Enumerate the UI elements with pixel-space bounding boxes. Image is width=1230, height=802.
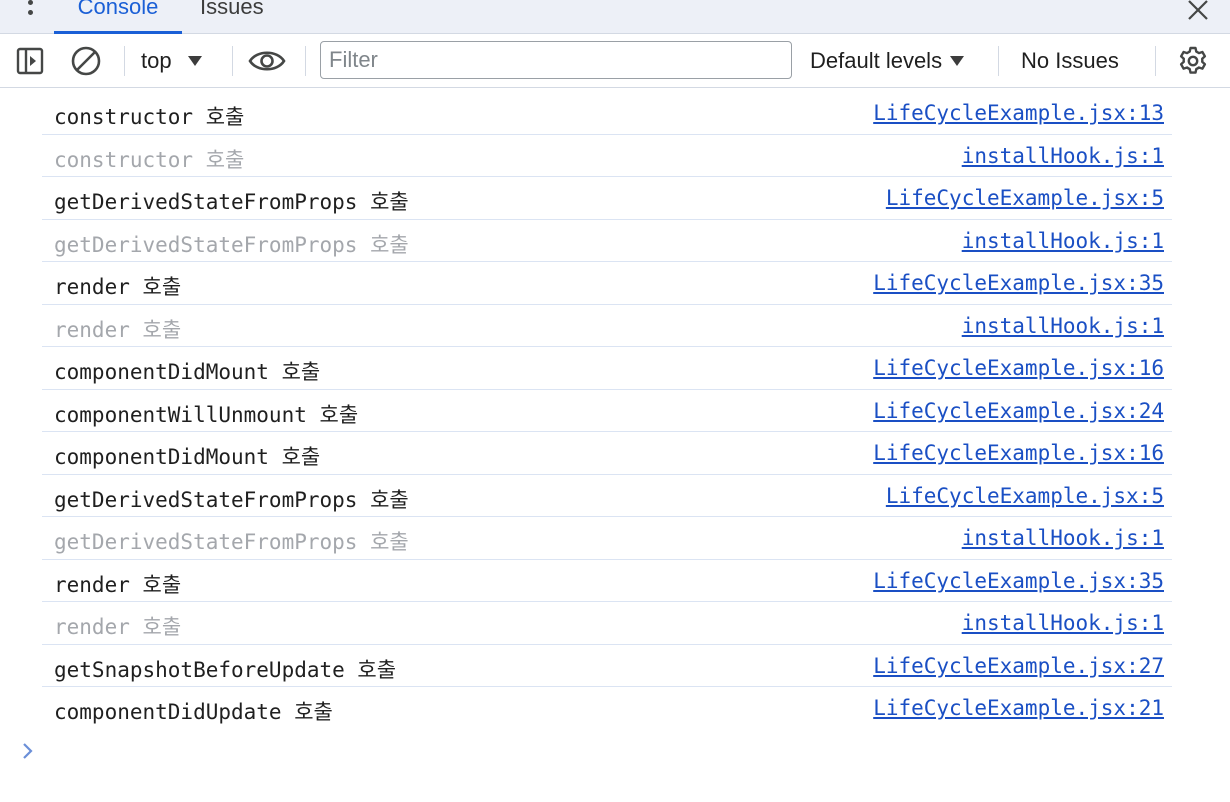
console-message: getDerivedStateFromProps 호출: [54, 232, 409, 257]
console-message: getDerivedStateFromProps 호출: [54, 190, 409, 214]
console-row: componentDidUpdate 호출 LifeCycleExample.js…: [42, 687, 1172, 730]
console-message: constructor 호출: [54, 105, 245, 129]
source-link[interactable]: LifeCycleExample.jsx:35: [873, 569, 1164, 593]
source-link[interactable]: installHook.js:1: [962, 229, 1164, 253]
console-row: getSnapshotBeforeUpdate 호출 LifeCycleExamp…: [42, 645, 1172, 687]
console-row: componentWillUnmount 호출 LifeCycleExample.…: [42, 390, 1172, 432]
console-message: componentDidMount 호출: [54, 445, 321, 469]
console-row: constructor 호출 installHook.js:1: [42, 135, 1172, 177]
source-link[interactable]: LifeCycleExample.jsx:24: [873, 399, 1164, 423]
console-row: getDerivedStateFromProps 호출 installHook.j…: [42, 220, 1172, 262]
console-row: getDerivedStateFromProps 호출 LifeCycleExam…: [42, 475, 1172, 517]
tab-issues[interactable]: Issues: [200, 0, 280, 34]
console-message: render 호출: [54, 275, 182, 299]
console-row: getDerivedStateFromProps 호출 LifeCycleExam…: [42, 177, 1172, 220]
console-messages: constructor 호출 LifeCycleExample.jsx:13 con…: [0, 92, 1230, 730]
console-row: constructor 호출 LifeCycleExample.jsx:13: [42, 92, 1172, 135]
source-link[interactable]: LifeCycleExample.jsx:16: [873, 441, 1164, 465]
source-link[interactable]: installHook.js:1: [962, 526, 1164, 550]
source-link[interactable]: LifeCycleExample.jsx:27: [873, 654, 1164, 678]
issues-status[interactable]: No Issues: [1021, 34, 1141, 88]
source-link[interactable]: LifeCycleExample.jsx:5: [886, 186, 1164, 210]
console-message: getSnapshotBeforeUpdate 호출: [54, 657, 397, 682]
sidebar-toggle-icon[interactable]: [16, 34, 46, 88]
gear-icon[interactable]: [1177, 34, 1211, 88]
console-row: render 호출 installHook.js:1: [42, 305, 1172, 347]
close-icon[interactable]: [1184, 0, 1212, 22]
clear-console-icon[interactable]: [70, 34, 102, 88]
context-selector[interactable]: top: [141, 34, 221, 88]
toolbar-divider: [998, 46, 999, 76]
chevron-right-icon[interactable]: [20, 740, 36, 762]
console-message: render 호출: [54, 317, 182, 342]
context-label: top: [141, 48, 172, 73]
console-row: componentDidMount 호출 LifeCycleExample.jsx…: [42, 432, 1172, 475]
console-message: componentDidUpdate 호출: [54, 700, 333, 724]
filter-input[interactable]: [320, 41, 792, 79]
live-expression-icon[interactable]: [248, 34, 288, 88]
devtools-tab-bar: Console Issues: [0, 0, 1230, 34]
toolbar-divider: [232, 46, 233, 76]
chevron-down-icon: [950, 56, 965, 66]
log-levels-dropdown[interactable]: Default levels: [810, 34, 980, 88]
console-message: render 호출: [54, 615, 182, 639]
source-link[interactable]: LifeCycleExample.jsx:13: [873, 101, 1164, 125]
source-link[interactable]: installHook.js:1: [962, 144, 1164, 168]
source-link[interactable]: LifeCycleExample.jsx:5: [886, 484, 1164, 508]
source-link[interactable]: LifeCycleExample.jsx:35: [873, 271, 1164, 295]
chevron-down-icon: [187, 56, 202, 66]
console-message: getDerivedStateFromProps 호출: [54, 487, 409, 512]
console-message: render 호출: [54, 572, 182, 597]
toolbar-divider: [124, 46, 125, 76]
more-vertical-icon[interactable]: [20, 0, 40, 28]
log-levels-label: Default levels: [810, 48, 943, 73]
toolbar-divider: [305, 46, 306, 76]
console-message: componentWillUnmount 호출: [54, 402, 359, 427]
source-link[interactable]: LifeCycleExample.jsx:16: [873, 356, 1164, 380]
toolbar-divider: [1155, 46, 1156, 76]
source-link[interactable]: LifeCycleExample.jsx:21: [873, 696, 1164, 720]
console-toolbar: top Default levels No Issues: [0, 34, 1230, 88]
console-row: componentDidMount 호출 LifeCycleExample.jsx…: [42, 347, 1172, 390]
console-row: getDerivedStateFromProps 호출 installHook.j…: [42, 517, 1172, 560]
console-row: render 호출 installHook.js:1: [42, 602, 1172, 645]
console-row: render 호출 LifeCycleExample.jsx:35: [42, 262, 1172, 305]
issues-status-label: No Issues: [1021, 48, 1119, 73]
console-message: componentDidMount 호출: [54, 360, 321, 384]
tab-console[interactable]: Console: [54, 0, 182, 34]
console-message: constructor 호출: [54, 147, 245, 172]
source-link[interactable]: installHook.js:1: [962, 611, 1164, 635]
source-link[interactable]: installHook.js:1: [962, 314, 1164, 338]
console-row: render 호출 LifeCycleExample.jsx:35: [42, 560, 1172, 602]
console-message: getDerivedStateFromProps 호출: [54, 530, 409, 554]
